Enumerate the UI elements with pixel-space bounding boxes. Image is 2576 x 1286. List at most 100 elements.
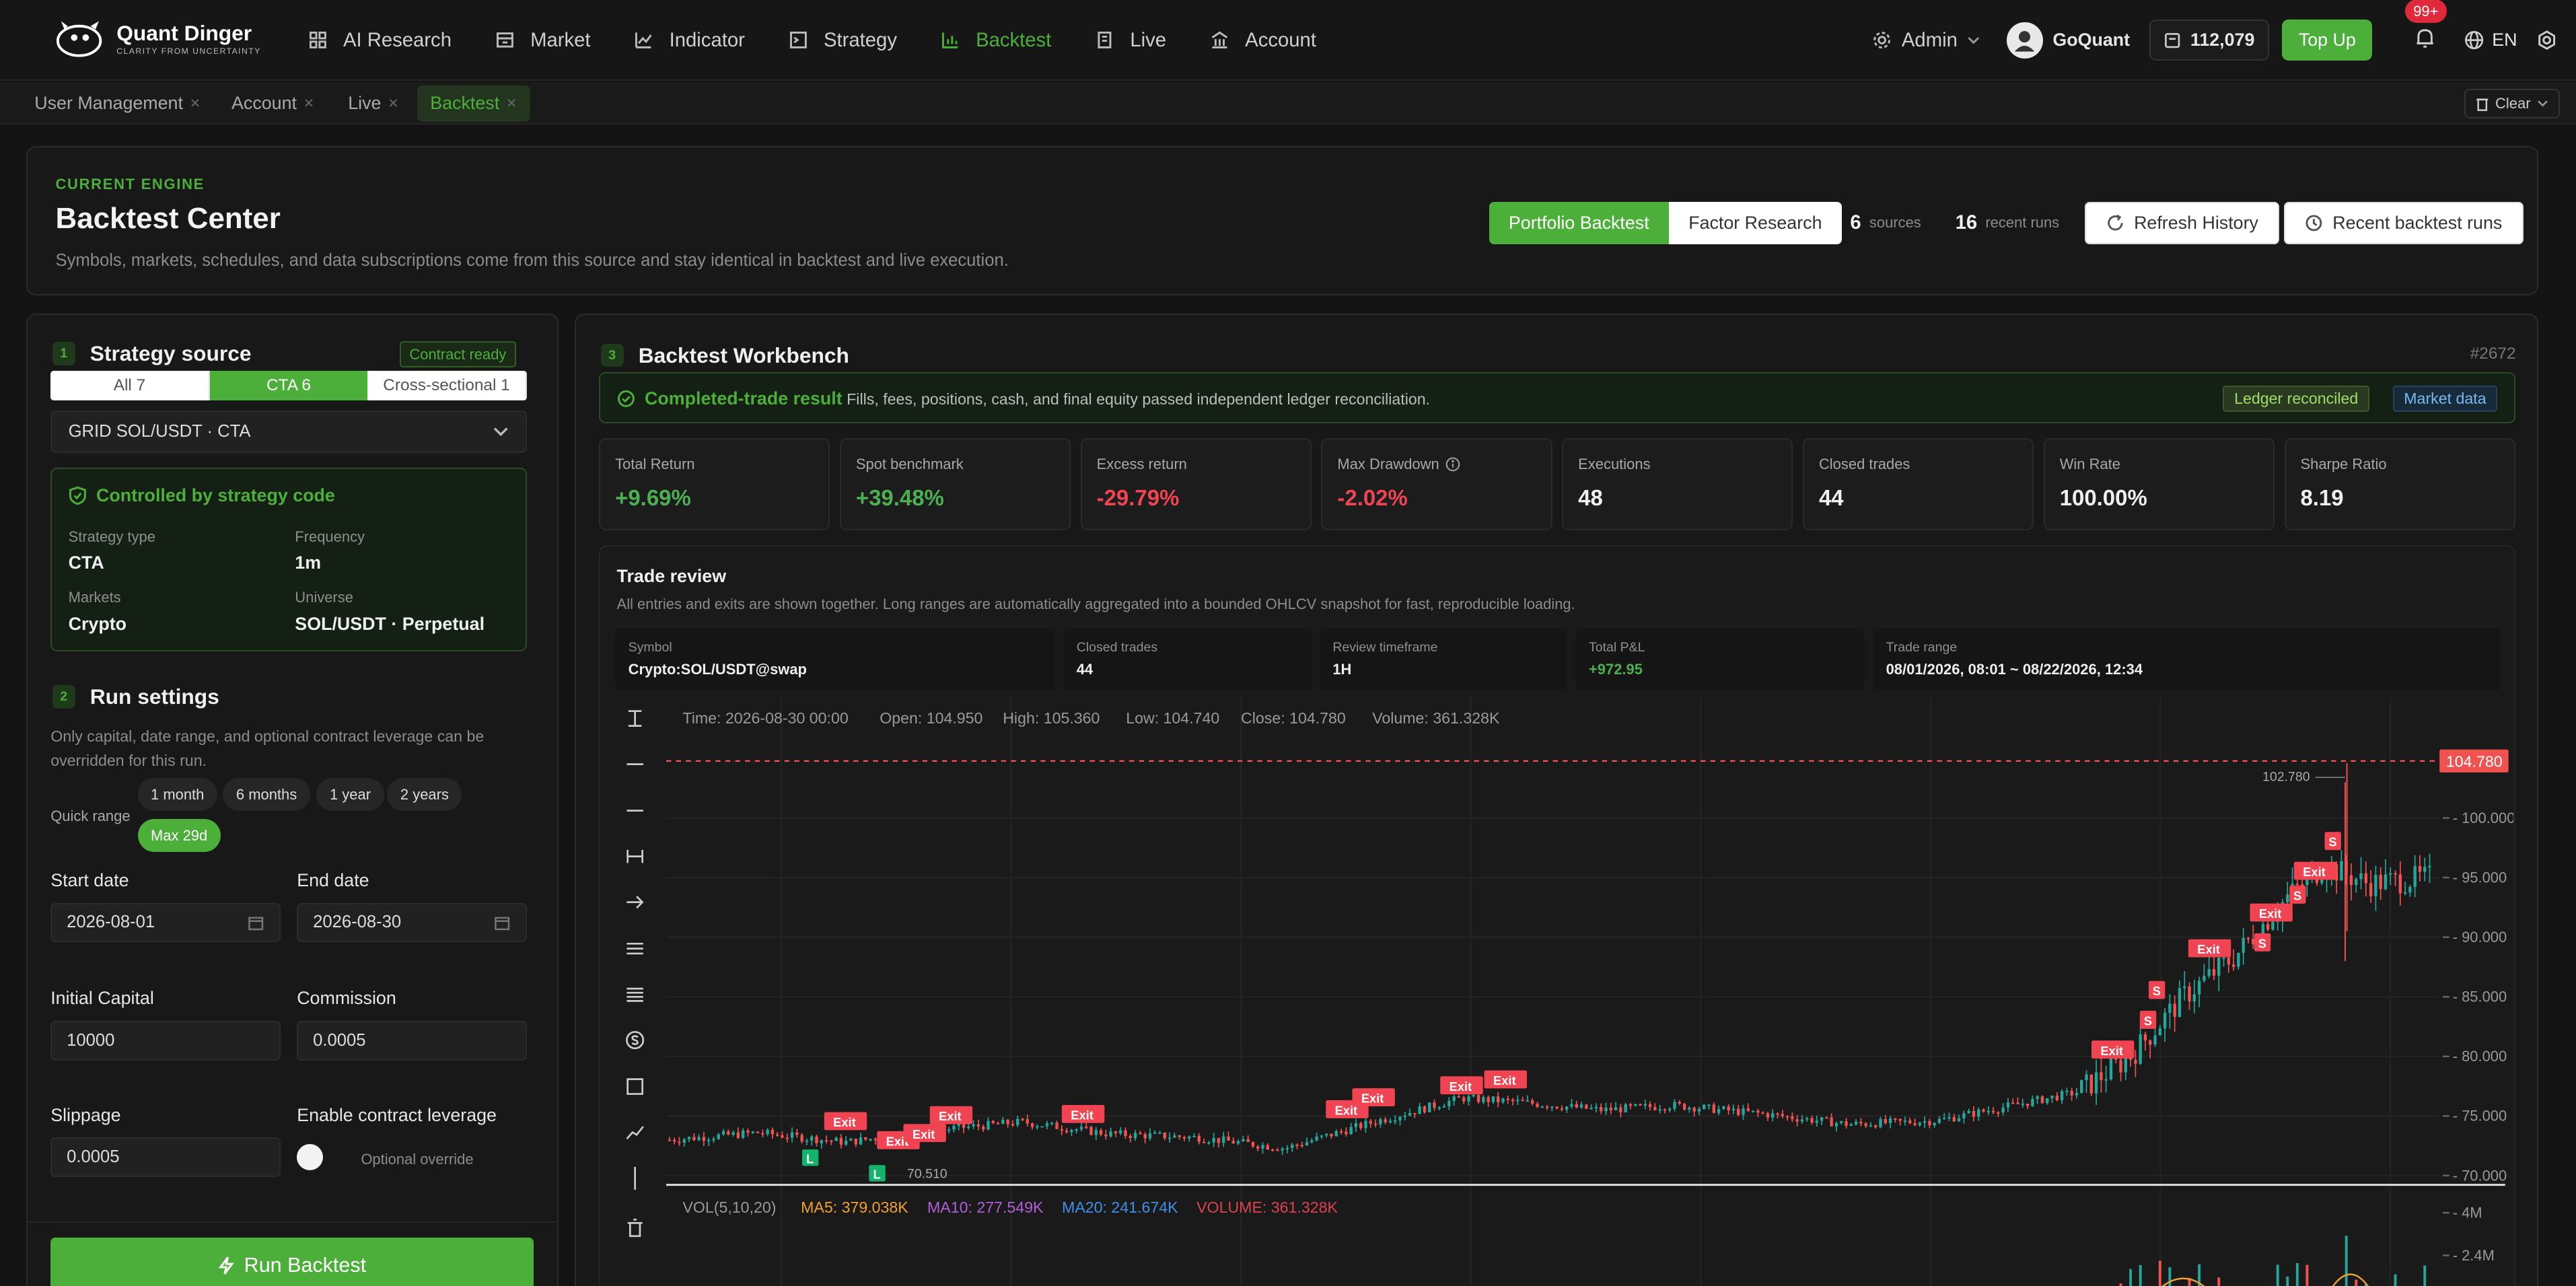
- tab-live[interactable]: Live ✕: [348, 85, 398, 122]
- credits-balance[interactable]: 112,079: [2149, 20, 2269, 61]
- arrow-right-icon[interactable]: [623, 891, 646, 914]
- volume-bar: [2276, 1264, 2279, 1286]
- info-trade-range: Trade range 08/01/2026, 08:01 ~ 08/22/202…: [1873, 628, 2501, 691]
- calendar-icon: [248, 915, 264, 931]
- exit-marker-label: Exit: [2197, 942, 2220, 956]
- candle: [2133, 1060, 2137, 1064]
- strategy-select[interactable]: GRID SOL/USDT · CTA: [50, 410, 527, 453]
- kline-chart[interactable]: - 100.000 - 95.000 - 90.000 - 85.000 - 80.00…: [600, 697, 2513, 1286]
- top-up-button[interactable]: Top Up: [2282, 20, 2373, 61]
- candle: [1187, 1136, 1191, 1139]
- rectangle-icon[interactable]: [623, 1075, 646, 1098]
- controlled-by-code-card: Controlled by strategy code Strategy typ…: [50, 467, 527, 652]
- candle: [1594, 1107, 1598, 1108]
- candle: [1153, 1133, 1157, 1135]
- min-price-label: 70.510: [907, 1167, 947, 1182]
- vertical-line-icon[interactable]: [623, 1166, 646, 1190]
- candle: [1412, 1113, 1417, 1114]
- metric-label: Spot benchmark: [856, 456, 964, 473]
- candle: [972, 1124, 975, 1127]
- text-cursor-icon[interactable]: [623, 707, 646, 730]
- range-max[interactable]: Max 29d: [137, 819, 221, 852]
- range-2-years[interactable]: 2 years: [387, 778, 462, 811]
- ray-line-icon[interactable]: [623, 799, 646, 822]
- range-1-year[interactable]: 1 year: [316, 778, 384, 811]
- volume-bar: [2217, 1277, 2220, 1286]
- range-6-months[interactable]: 6 months: [223, 778, 310, 811]
- brand-logo[interactable]: Quant Dinger CLARITY FROM UNCERTAINTY: [55, 20, 261, 59]
- volume-bar: [2139, 1264, 2142, 1286]
- close-icon[interactable]: ✕: [388, 96, 398, 112]
- refresh-history-button[interactable]: Refresh History: [2085, 201, 2280, 245]
- range-1-month[interactable]: 1 month: [137, 778, 217, 811]
- candle: [859, 1137, 862, 1145]
- top-right-controls: Admin GoQuant 112,079 Top Up 99+ EN: [1872, 0, 2576, 81]
- close-icon[interactable]: ✕: [303, 96, 314, 112]
- volume-bar: [2295, 1263, 2299, 1286]
- settings-icon[interactable]: [2537, 30, 2556, 50]
- start-date-input[interactable]: 2026-08-01: [50, 902, 281, 943]
- nav-backtest[interactable]: Backtest: [941, 29, 1051, 52]
- candle: [2423, 866, 2427, 872]
- notifications-button[interactable]: 99+: [2405, 0, 2447, 55]
- admin-menu[interactable]: Admin: [1872, 29, 1980, 52]
- dollar-icon[interactable]: [623, 1029, 646, 1052]
- mode-factor-research[interactable]: Factor Research: [1668, 201, 1842, 245]
- commission-input[interactable]: 0.0005: [297, 1021, 527, 1061]
- tab-backtest[interactable]: Backtest ✕: [417, 85, 530, 122]
- info-symbol: Symbol Crypto:SOL/USDT@swap: [615, 628, 1056, 691]
- mode-portfolio-backtest[interactable]: Portfolio Backtest: [1489, 201, 1669, 245]
- trend-icon[interactable]: [623, 1121, 646, 1144]
- candle: [1810, 1118, 1814, 1123]
- clear-tabs-button[interactable]: Clear: [2464, 88, 2560, 118]
- candle: [1442, 1106, 1446, 1108]
- candle: [1633, 1104, 1637, 1106]
- candle: [2036, 1096, 2039, 1100]
- close-icon[interactable]: ✕: [190, 96, 201, 112]
- nav-account[interactable]: Account: [1211, 29, 1316, 52]
- candle: [1109, 1131, 1112, 1137]
- nav-market[interactable]: Market: [496, 29, 591, 52]
- slippage-input[interactable]: 0.0005: [50, 1137, 281, 1178]
- candle: [1281, 1148, 1284, 1151]
- initial-capital-input[interactable]: 10000: [50, 1021, 281, 1061]
- candle: [981, 1127, 985, 1130]
- horizontal-line-icon[interactable]: [623, 753, 646, 776]
- filter-all[interactable]: All 7: [50, 370, 210, 400]
- end-date-input[interactable]: 2026-08-30: [297, 902, 527, 943]
- parallel-lines-icon[interactable]: [623, 937, 646, 960]
- filter-cross-sectional[interactable]: Cross-sectional 1: [367, 370, 527, 400]
- nav-live[interactable]: Live: [1096, 29, 1166, 52]
- candle: [760, 1133, 764, 1135]
- candle: [1241, 1139, 1245, 1142]
- nav-strategy[interactable]: Strategy: [789, 29, 897, 52]
- candle: [1163, 1133, 1166, 1139]
- close-icon[interactable]: ✕: [506, 96, 517, 112]
- candle: [1673, 1102, 1676, 1109]
- trash-icon[interactable]: [623, 1216, 646, 1239]
- candle: [2369, 883, 2373, 896]
- chevron-down-icon: [493, 423, 509, 439]
- recent-runs-button[interactable]: Recent backtest runs: [2283, 201, 2524, 245]
- candle: [1692, 1108, 1696, 1112]
- info-icon[interactable]: [1445, 457, 1460, 472]
- volume-bar: [2345, 1236, 2348, 1286]
- nav-ai-research[interactable]: AI Research: [309, 29, 452, 52]
- candlestick-chart[interactable]: - 100.000 - 95.000 - 90.000 - 85.000 - 80.00…: [666, 697, 2513, 1286]
- candle: [1805, 1118, 1809, 1120]
- tab-user-management[interactable]: User Management ✕: [34, 85, 201, 122]
- leverage-toggle[interactable]: [297, 1144, 324, 1171]
- candle: [2182, 986, 2186, 989]
- run-backtest-button[interactable]: Run Backtest: [50, 1238, 534, 1286]
- candle: [1526, 1100, 1529, 1102]
- candle: [1457, 1096, 1460, 1098]
- user-menu[interactable]: GoQuant: [2007, 22, 2130, 59]
- filter-cta[interactable]: CTA 6: [209, 370, 368, 400]
- fibonacci-icon[interactable]: [623, 983, 646, 1006]
- trade-review-subtitle: All entries and exits are shown together…: [616, 595, 1575, 612]
- range-line-icon[interactable]: [623, 845, 646, 868]
- controlled-heading: Controlled by strategy code: [69, 485, 335, 506]
- tab-account[interactable]: Account ✕: [231, 85, 314, 122]
- language-switcher[interactable]: EN: [2464, 30, 2517, 50]
- nav-indicator[interactable]: Indicator: [635, 29, 745, 52]
